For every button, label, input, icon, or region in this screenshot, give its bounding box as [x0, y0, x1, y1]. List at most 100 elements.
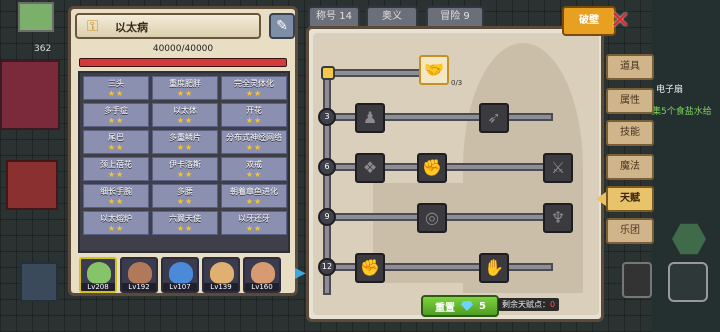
- talent-name: 多腰: [177, 187, 193, 196]
- talent-cell[interactable]: 三头 ★★: [83, 76, 149, 100]
- fist-icon[interactable]: ✊: [355, 253, 385, 283]
- talent-cell[interactable]: 颈上蓓花 ★★: [83, 157, 149, 181]
- claw-icon[interactable]: ✋: [479, 253, 509, 283]
- talent-stars: ★★: [176, 143, 194, 152]
- talent-stars: ★★: [176, 224, 194, 233]
- talent-cell[interactable]: 尾巴 ★★: [83, 130, 149, 154]
- talent-name: 多手症: [104, 106, 128, 115]
- hp-bar: [79, 58, 287, 67]
- talent-stars: ★★: [176, 116, 194, 125]
- hero-slot[interactable]: Lv139: [202, 257, 240, 293]
- remaining-value: 0: [550, 300, 556, 309]
- fist-strike-icon[interactable]: ✊: [417, 153, 447, 183]
- talent-cell[interactable]: 开花 ★★: [221, 103, 287, 127]
- hero-level: Lv139: [204, 283, 238, 291]
- talent-stars: ★★: [176, 89, 194, 98]
- talent-name: 以牙还牙: [238, 214, 270, 223]
- next-arrow-icon[interactable]: ▶: [295, 265, 306, 281]
- bow-icon[interactable]: [668, 262, 708, 302]
- talent-stars: ★★: [245, 143, 263, 152]
- side-tab[interactable]: 属性: [606, 88, 654, 114]
- talent-name: 开花: [246, 106, 262, 115]
- hero-slot[interactable]: Lv160: [243, 257, 281, 293]
- talent-cell[interactable]: 重度肥胖 ★★: [152, 76, 218, 100]
- talent-stars: ★★: [107, 224, 125, 233]
- talent-cell[interactable]: 分布式神经网络 ★★: [221, 130, 287, 154]
- talent-cell[interactable]: 完全灵体化 ★★: [221, 76, 287, 100]
- tier-number: 9: [318, 208, 336, 226]
- quest-text: 集5个食盐水给: [652, 107, 712, 117]
- hero-level: Lv192: [122, 283, 156, 291]
- talent-stars: ★★: [107, 197, 125, 206]
- node-level-count: 0/3: [451, 79, 463, 87]
- close-icon[interactable]: ✕: [606, 6, 634, 34]
- talent-cell[interactable]: 以太体 ★★: [152, 103, 218, 127]
- talent-name: 颈上蓓花: [100, 160, 132, 169]
- side-tab[interactable]: 乐团: [606, 218, 654, 244]
- side-tab[interactable]: 魔法: [606, 154, 654, 180]
- talent-cell[interactable]: 双戒 ★★: [221, 157, 287, 181]
- character-title-bar: ⚿ 以太病: [75, 13, 261, 39]
- bat-icon[interactable]: ♆: [543, 203, 573, 233]
- syringe-icon[interactable]: ✎: [269, 13, 295, 39]
- talent-cell[interactable]: 伊卡洛斯 ★★: [152, 157, 218, 181]
- talent-name: 完全灵体化: [234, 79, 274, 88]
- talent-name: 细长手腕: [100, 187, 132, 196]
- talent-stars: ★★: [245, 89, 263, 98]
- player-portrait[interactable]: [18, 2, 54, 32]
- tab-title[interactable]: 称号 14: [308, 6, 360, 28]
- body-icon[interactable]: ♟: [355, 103, 385, 133]
- tier-number: 3: [318, 108, 336, 126]
- hero-portrait: [210, 262, 234, 284]
- side-tab[interactable]: 技能: [606, 120, 654, 146]
- key-icon: ⚿: [87, 17, 99, 35]
- talent-cell[interactable]: 细长手腕 ★★: [83, 184, 149, 208]
- talent-name: 朝着章鱼进化: [230, 187, 278, 196]
- side-tab[interactable]: 天赋: [606, 186, 654, 212]
- tree-start-marker: [321, 66, 335, 80]
- side-tab[interactable]: 道具: [606, 54, 654, 80]
- background-chest: [6, 160, 58, 210]
- tab-mystery[interactable]: 奥义: [366, 6, 418, 28]
- talent-stars: ★★: [245, 197, 263, 206]
- hero-slot[interactable]: Lv208: [79, 257, 117, 293]
- talent-cell[interactable]: 多重鳞片 ★★: [152, 130, 218, 154]
- arrow-icon[interactable]: ➶: [479, 103, 509, 133]
- talent-name: 六翼天使: [169, 214, 201, 223]
- diamond-icon: [461, 301, 473, 311]
- scroll-icon[interactable]: ❖: [355, 153, 385, 183]
- talent-stars: ★★: [107, 89, 125, 98]
- sword-icon[interactable]: [622, 262, 652, 298]
- talent-cell[interactable]: 多腰 ★★: [152, 184, 218, 208]
- remaining-label: 剩余天赋点：: [502, 300, 550, 309]
- talent-cell[interactable]: 六翼天使 ★★: [152, 211, 218, 235]
- hero-portrait: [251, 262, 275, 284]
- talent-grid: 三头 ★★ 重度肥胖 ★★ 完全灵体化 ★★ 多手症 ★★ 以太体 ★★ 开花 ★★ 尾巴 ★★ 多重鳞片 ★…: [78, 71, 290, 253]
- tab-adventure[interactable]: 冒险 9: [426, 6, 484, 28]
- blade-icon[interactable]: ⚔: [543, 153, 573, 183]
- talent-stars: ★★: [107, 143, 125, 152]
- handshake-icon[interactable]: 🤝: [419, 55, 449, 85]
- tree-connector: [323, 69, 423, 77]
- location-label: 电子扇: [656, 85, 684, 95]
- game-screen: 362 电子扇 集5个食盐水给 ⚿ 以太病 ✎ 40000/40000 三头 ★★…: [0, 0, 720, 332]
- hero-slot[interactable]: Lv107: [161, 257, 199, 293]
- tier-number: 6: [318, 158, 336, 176]
- talent-tree-panel: 3 6 9 12 🤝 ♟ ➶ ❖ ✊ ⚔ ◎ ♆ ✊ ✋ 0/3 重置 5: [306, 26, 604, 322]
- hero-portrait: [169, 262, 193, 284]
- talent-name: 以太体: [173, 106, 197, 115]
- talent-cell[interactable]: 以太熔炉 ★★: [83, 211, 149, 235]
- background-robot: [20, 262, 58, 302]
- hero-roster: Lv208 Lv192 Lv107 Lv139 Lv160: [79, 257, 293, 293]
- hero-portrait: [87, 262, 111, 284]
- talent-cell[interactable]: 以牙还牙 ★★: [221, 211, 287, 235]
- hero-level: Lv107: [163, 283, 197, 291]
- coin-count: 362: [34, 44, 52, 54]
- talent-name: 三头: [108, 79, 124, 88]
- talent-cell[interactable]: 多手症 ★★: [83, 103, 149, 127]
- talent-name: 双戒: [246, 160, 262, 169]
- talent-cell[interactable]: 朝着章鱼进化 ★★: [221, 184, 287, 208]
- reset-button[interactable]: 重置 5: [421, 295, 499, 317]
- hero-slot[interactable]: Lv192: [120, 257, 158, 293]
- ripple-icon[interactable]: ◎: [417, 203, 447, 233]
